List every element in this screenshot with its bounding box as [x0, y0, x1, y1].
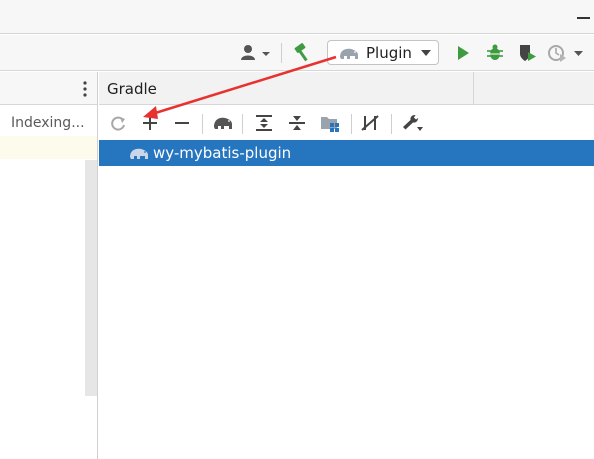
gradle-project-tree-item[interactable]: wy-mybatis-plugin	[99, 140, 594, 166]
profile-button[interactable]	[546, 35, 588, 71]
offline-mode-icon	[361, 115, 379, 131]
gradle-tool-window-header: Gradle	[99, 72, 594, 105]
run-with-coverage-button[interactable]	[515, 35, 539, 71]
left-panel-header	[0, 72, 97, 105]
toolbar-separator	[202, 114, 203, 134]
run-configuration-label: Plugin	[366, 43, 412, 62]
bug-icon	[487, 44, 503, 60]
main-toolbar: Plugin	[0, 35, 594, 71]
minus-icon	[175, 122, 189, 124]
build-button[interactable]	[290, 35, 314, 71]
plus-icon	[143, 116, 157, 130]
link-gradle-project-button[interactable]	[139, 112, 161, 134]
left-tool-panel: Indexing...	[0, 72, 98, 459]
header-divider	[473, 72, 474, 105]
collapse-all-button[interactable]	[286, 112, 308, 134]
profiler-clock-icon	[548, 45, 583, 62]
toolbar-separator	[242, 114, 243, 134]
refresh-icon	[111, 116, 125, 131]
folder-grid-icon	[321, 117, 339, 132]
toolbar-separator	[281, 43, 282, 63]
unlink-gradle-project-button[interactable]	[171, 112, 193, 134]
project-name: wy-mybatis-plugin	[153, 144, 292, 162]
gradle-panel-title: Gradle	[107, 80, 157, 98]
vertical-scrollbar[interactable]	[85, 160, 97, 396]
expand-all-button[interactable]	[253, 112, 275, 134]
shield-run-icon	[520, 45, 536, 61]
hammer-icon	[294, 43, 308, 62]
collapse-all-icon	[289, 116, 305, 130]
expand-all-icon	[256, 115, 272, 131]
indexing-status-text: Indexing...	[11, 115, 85, 131]
user-icon	[241, 45, 270, 60]
toolbar-separator	[351, 114, 352, 134]
analyze-dependencies-button[interactable]	[319, 112, 341, 134]
minimize-icon[interactable]	[577, 17, 590, 19]
build-tool-settings-button[interactable]	[401, 112, 423, 134]
wrench-icon	[403, 115, 423, 131]
execute-gradle-task-button[interactable]	[212, 112, 234, 134]
more-options-icon[interactable]	[83, 81, 87, 97]
debug-button[interactable]	[483, 35, 507, 71]
gradle-elephant-icon	[130, 148, 148, 159]
user-account-button[interactable]	[238, 35, 272, 71]
ide-window: Plugin Indexing... Gradle wy-mybatis-plu…	[0, 0, 594, 459]
toggle-offline-mode-button[interactable]	[360, 112, 382, 134]
highlighted-row	[0, 136, 97, 159]
run-configuration-dropdown[interactable]: Plugin	[327, 40, 439, 65]
run-button[interactable]	[452, 35, 474, 71]
toolbar-separator	[391, 114, 392, 134]
reload-gradle-projects-button[interactable]	[107, 112, 129, 134]
chevron-down-icon	[420, 49, 431, 56]
title-bar	[0, 0, 594, 34]
gradle-toolbar	[99, 106, 594, 140]
gradle-elephant-icon	[214, 117, 232, 129]
gradle-elephant-icon	[340, 48, 358, 59]
play-icon	[458, 46, 469, 60]
gradle-tree-empty-area	[99, 166, 594, 459]
